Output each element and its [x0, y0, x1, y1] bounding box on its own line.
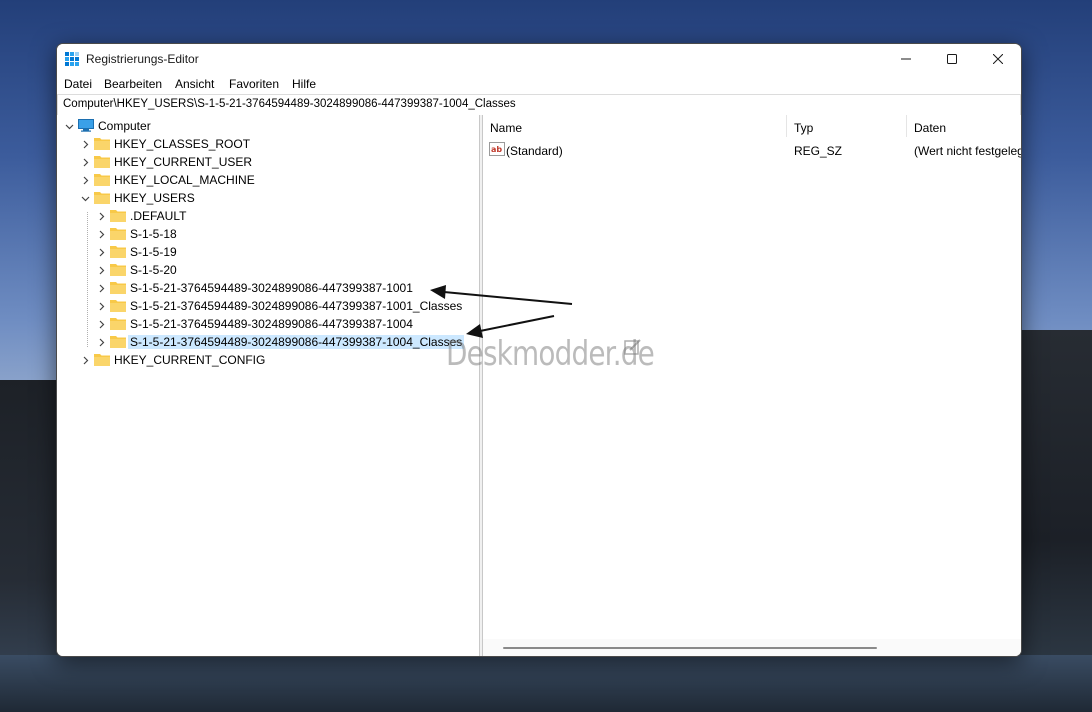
- close-icon: [993, 54, 1003, 64]
- registry-tree: Computer HKEY_CLASSES_ROOT HKEY_CURRENT_…: [57, 115, 479, 656]
- tree-node-hkey-classes-root[interactable]: HKEY_CLASSES_ROOT: [57, 135, 277, 153]
- window-title: Registrierungs-Editor: [86, 52, 199, 66]
- folder-icon: [110, 336, 126, 348]
- value-type: REG_SZ: [794, 144, 843, 158]
- address-path: Computer\HKEY_USERS\S-1-5-21-3764594489-…: [63, 98, 516, 110]
- folder-icon: [110, 300, 126, 312]
- watermark-text: Deskmodder.de: [446, 334, 655, 374]
- tree-label: .DEFAULT: [130, 209, 187, 223]
- folder-icon: [94, 192, 110, 204]
- chevron-right-icon[interactable]: [95, 207, 107, 225]
- tree-label: HKEY_USERS: [114, 191, 195, 205]
- scrollbar-thumb[interactable]: [503, 647, 877, 649]
- chevron-down-icon[interactable]: [63, 117, 75, 135]
- menu-bar: Datei Bearbeiten Ansicht Favoriten Hilfe: [57, 74, 1021, 94]
- maximize-icon: [947, 54, 957, 64]
- chevron-right-icon[interactable]: [79, 351, 91, 369]
- computer-icon: [78, 119, 94, 132]
- chevron-right-icon[interactable]: [79, 135, 91, 153]
- registry-editor-icon: [65, 52, 79, 66]
- folder-icon: [110, 264, 126, 276]
- tree-label: S-1-5-18: [130, 227, 177, 241]
- tree-node-s-1-5-21-1001-classes[interactable]: S-1-5-21-3764594489-3024899086-447399387…: [57, 297, 462, 315]
- chevron-right-icon[interactable]: [95, 279, 107, 297]
- menu-edit[interactable]: Bearbeiten: [104, 77, 162, 91]
- folder-icon: [110, 318, 126, 330]
- column-header-name[interactable]: Name: [483, 115, 785, 137]
- folder-icon: [94, 156, 110, 168]
- tree-label: HKEY_CURRENT_USER: [114, 155, 253, 169]
- tree-label: S-1-5-21-3764594489-3024899086-447399387…: [130, 317, 413, 331]
- tree-label-selected: S-1-5-21-3764594489-3024899086-447399387…: [128, 335, 465, 349]
- horizontal-scrollbar[interactable]: [483, 639, 1021, 656]
- chevron-right-icon[interactable]: [95, 333, 107, 351]
- folder-icon: [94, 354, 110, 366]
- menu-help[interactable]: Hilfe: [292, 77, 316, 91]
- menu-view[interactable]: Ansicht: [175, 77, 214, 91]
- menu-favorites[interactable]: Favoriten: [229, 77, 279, 91]
- folder-icon: [110, 282, 126, 294]
- chevron-right-icon[interactable]: [79, 171, 91, 189]
- column-header-type[interactable]: Typ: [787, 115, 905, 137]
- value-data: (Wert nicht festgeleg: [914, 144, 1021, 158]
- tree-node-s-1-5-21-1004-classes[interactable]: S-1-5-21-3764594489-3024899086-447399387…: [57, 333, 465, 351]
- background-lake: [0, 655, 1092, 712]
- tree-node-s-1-5-21-1004[interactable]: S-1-5-21-3764594489-3024899086-447399387…: [57, 315, 457, 333]
- address-bar[interactable]: Computer\HKEY_USERS\S-1-5-21-3764594489-…: [57, 94, 1021, 116]
- title-bar[interactable]: Registrierungs-Editor: [57, 44, 1021, 74]
- close-button[interactable]: [975, 44, 1021, 74]
- tree-node-s-1-5-18[interactable]: S-1-5-18: [57, 225, 457, 243]
- tree-node-default[interactable]: .DEFAULT: [57, 207, 457, 225]
- folder-icon: [110, 210, 126, 222]
- menu-file[interactable]: Datei: [64, 77, 92, 91]
- minimize-button[interactable]: [883, 44, 929, 74]
- folder-icon: [110, 228, 126, 240]
- svg-text:ab: ab: [491, 145, 502, 154]
- values-list: Name Typ Daten ab (Standard) REG_SZ (Wer…: [483, 115, 1021, 656]
- tree-node-hkey-local-machine[interactable]: HKEY_LOCAL_MACHINE: [57, 171, 277, 189]
- tree-label: S-1-5-20: [130, 263, 177, 277]
- column-header-data[interactable]: Daten: [907, 115, 1021, 137]
- tree-node-s-1-5-20[interactable]: S-1-5-20: [57, 261, 457, 279]
- tree-node-hkey-current-config[interactable]: HKEY_CURRENT_CONFIG: [57, 351, 277, 369]
- chevron-right-icon[interactable]: [79, 153, 91, 171]
- chevron-down-icon[interactable]: [79, 189, 91, 207]
- chevron-right-icon[interactable]: [95, 261, 107, 279]
- folder-icon: [94, 174, 110, 186]
- chevron-right-icon[interactable]: [95, 297, 107, 315]
- maximize-button[interactable]: [929, 44, 975, 74]
- tree-label: S-1-5-21-3764594489-3024899086-447399387…: [130, 281, 413, 295]
- folder-icon: [110, 246, 126, 258]
- chevron-right-icon[interactable]: [95, 243, 107, 261]
- tree-label: HKEY_CLASSES_ROOT: [114, 137, 251, 151]
- tree-label: HKEY_LOCAL_MACHINE: [114, 173, 255, 187]
- value-name[interactable]: (Standard): [506, 144, 563, 158]
- tree-node-hkey-current-user[interactable]: HKEY_CURRENT_USER: [57, 153, 277, 171]
- string-value-icon: ab: [489, 142, 505, 156]
- tree-label: HKEY_CURRENT_CONFIG: [114, 353, 266, 367]
- tree-node-computer[interactable]: Computer: [57, 117, 257, 135]
- tree-node-s-1-5-21-1001[interactable]: S-1-5-21-3764594489-3024899086-447399387…: [57, 279, 457, 297]
- tree-label: S-1-5-21-3764594489-3024899086-447399387…: [130, 299, 463, 313]
- tree-label: S-1-5-19: [130, 245, 177, 259]
- minimize-icon: [901, 58, 911, 60]
- tree-label: Computer: [98, 119, 151, 133]
- tree-node-s-1-5-19[interactable]: S-1-5-19: [57, 243, 457, 261]
- folder-icon: [94, 138, 110, 150]
- pencil-icon: [624, 339, 641, 355]
- chevron-right-icon[interactable]: [95, 225, 107, 243]
- chevron-right-icon[interactable]: [95, 315, 107, 333]
- tree-node-hkey-users[interactable]: HKEY_USERS: [57, 189, 277, 207]
